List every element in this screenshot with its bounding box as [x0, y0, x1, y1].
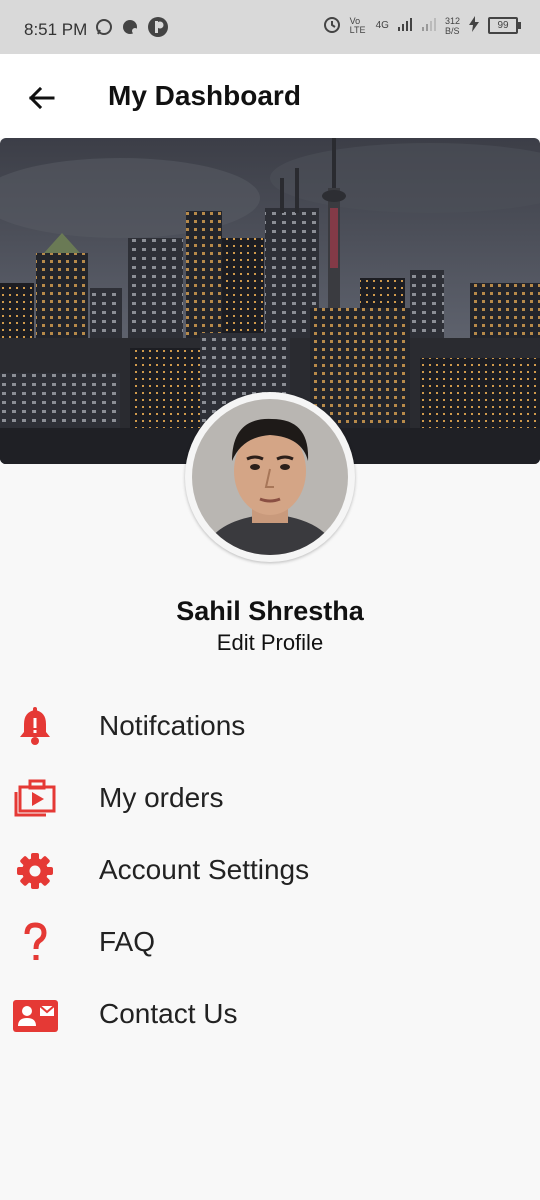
- menu-item-faq[interactable]: FAQ: [0, 906, 540, 978]
- menu-item-my-orders[interactable]: My orders: [0, 762, 540, 834]
- menu-item-notifications[interactable]: Notifcations: [0, 690, 540, 762]
- app-bar: My Dashboard: [0, 54, 540, 138]
- whatsapp-icon: [95, 18, 113, 41]
- menu-item-contact-us[interactable]: Contact Us: [0, 978, 540, 1050]
- signal-weak-icon: [421, 16, 437, 35]
- status-time: 8:51 PM: [24, 19, 88, 39]
- menu-label-faq: FAQ: [99, 926, 156, 957]
- net-speed: 312 B/S: [445, 16, 460, 36]
- status-bar: 8:51 PM Vo LTE 4G 312 B/S 99: [0, 0, 540, 54]
- menu-item-account-settings[interactable]: Account Settings: [0, 834, 540, 906]
- menu-label-account-settings: Account Settings: [99, 854, 310, 885]
- status-right: Vo LTE 4G 312 B/S 99: [322, 14, 521, 37]
- arrow-back-icon: [28, 86, 55, 110]
- battery-level: 99: [497, 20, 509, 31]
- network-label: Vo LTE: [349, 15, 366, 35]
- net-speed-value: 312: [444, 15, 460, 26]
- bell-icon: [12, 704, 58, 750]
- orders-icon: [12, 776, 58, 822]
- edit-profile-link[interactable]: Edit Profile: [0, 630, 540, 656]
- messenger-icon: [121, 18, 139, 41]
- menu-label-notifications: Notifcations: [99, 710, 246, 741]
- charging-icon: [468, 16, 480, 35]
- signal-icon: [397, 16, 413, 35]
- page-title: My Dashboard: [108, 80, 301, 111]
- gear-icon: [12, 848, 58, 894]
- back-button[interactable]: [22, 78, 62, 118]
- contact-card-icon: [12, 992, 58, 1038]
- menu-label-my-orders: My orders: [99, 782, 224, 813]
- network-type: 4G: [375, 20, 389, 31]
- question-icon: [12, 920, 58, 966]
- status-left: 8:51 PM: [24, 16, 169, 43]
- avatar-frame[interactable]: [185, 392, 355, 562]
- menu-label-contact-us: Contact Us: [99, 998, 238, 1029]
- battery-icon: 99: [488, 17, 521, 34]
- net-speed-unit: B/S: [444, 25, 460, 36]
- alarm-icon: [322, 14, 342, 37]
- profile-photo: [192, 399, 348, 555]
- avatar[interactable]: [192, 399, 348, 555]
- app-notification-icon: [147, 16, 169, 43]
- user-name: Sahil Shrestha: [176, 596, 364, 626]
